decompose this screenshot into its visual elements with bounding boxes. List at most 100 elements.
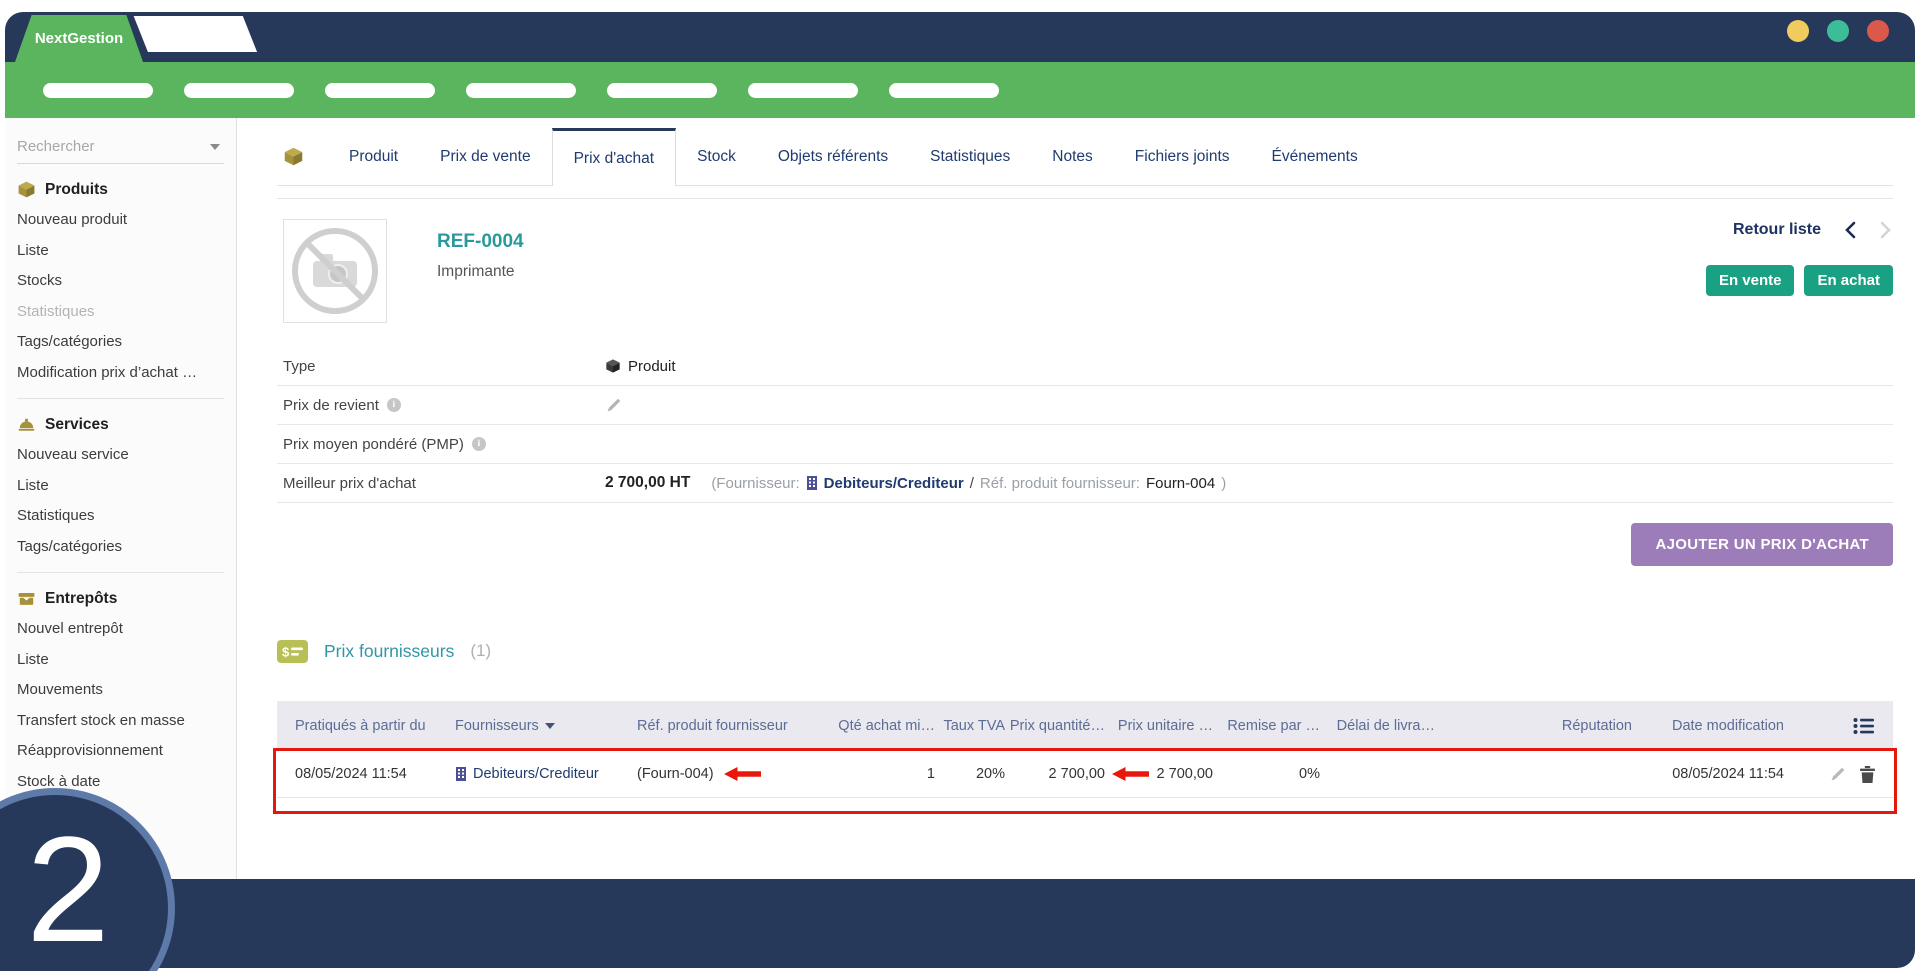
building-icon — [806, 476, 818, 490]
supplier-prices-table: Pratiqués à partir du Fournisseurs Réf. … — [277, 701, 1893, 798]
header-prix-unitaire[interactable]: Prix unitaire … — [1105, 718, 1213, 735]
sidebar-item-modification-prix-achat[interactable]: Modification prix d’achat … — [5, 358, 236, 389]
step-number: 2 — [26, 803, 109, 971]
divider — [17, 572, 224, 573]
minimize-dot[interactable] — [1787, 20, 1809, 42]
add-purchase-price-button[interactable]: AJOUTER UN PRIX D'ACHAT — [1631, 523, 1893, 566]
header-reputation[interactable]: Réputation — [1547, 718, 1632, 735]
sidebar-item-statistiques-produits: Statistiques — [5, 297, 236, 328]
sidebar-item-liste-produits[interactable]: Liste — [5, 236, 236, 267]
pencil-icon[interactable] — [605, 397, 622, 414]
detail-row-type: Type Produit — [277, 347, 1893, 386]
sidebar-section-entrepots: Entrepôts — [5, 589, 236, 608]
header-date-modification[interactable]: Date modification — [1632, 718, 1784, 735]
title-bar: NextGestion — [5, 12, 1915, 62]
product-image-placeholder — [283, 219, 387, 323]
nav-pill — [325, 83, 435, 98]
header-remise[interactable]: Remise par … — [1213, 718, 1320, 735]
product-details: Type Produit Prix de revient i — [277, 347, 1893, 503]
product-tabs: Produit Prix de vente Prix d'achat Stock… — [277, 128, 1893, 186]
header-qte-achat[interactable]: Qté achat mi… — [827, 718, 935, 735]
sidebar-item-mouvements[interactable]: Mouvements — [5, 675, 236, 706]
tab-prix-achat[interactable]: Prix d'achat — [552, 128, 677, 186]
back-to-list-link[interactable]: Retour liste — [1733, 221, 1821, 239]
sidebar-item-nouveau-service[interactable]: Nouveau service — [5, 440, 236, 471]
supplier-link[interactable]: Debiteurs/Crediteur — [473, 766, 599, 782]
cell-date-modified: 08/05/2024 11:54 — [1632, 766, 1784, 782]
sidebar-item-statistiques-services[interactable]: Statistiques — [5, 501, 236, 532]
cube-icon — [605, 358, 621, 374]
cell-vat: 20% — [935, 766, 1005, 782]
brand-tab[interactable]: NextGestion — [15, 15, 143, 62]
table-header-row: Pratiqués à partir du Fournisseurs Réf. … — [277, 701, 1893, 751]
cell-discount: 0% — [1213, 766, 1320, 782]
sidebar-item-tags-categories-produits[interactable]: Tags/catégories — [5, 327, 236, 358]
cell-supplier-ref: (Fourn-004) — [637, 766, 827, 782]
supplier-link[interactable]: Debiteurs/Crediteur — [824, 475, 964, 492]
cell-qty-min: 1 — [827, 766, 935, 782]
search-input[interactable] — [17, 132, 224, 163]
cloche-icon — [17, 415, 36, 434]
price-list-icon: $ — [277, 640, 308, 663]
cell-supplier: Debiteurs/Crediteur — [455, 766, 637, 782]
product-name: Imprimante — [437, 263, 515, 281]
tab-fichiers-joints[interactable]: Fichiers joints — [1114, 128, 1251, 185]
sidebar-item-liste-services[interactable]: Liste — [5, 471, 236, 502]
svg-text:$: $ — [282, 644, 290, 659]
header-prix-quantite[interactable]: Prix quantité… — [1005, 718, 1105, 735]
sidebar-item-stocks[interactable]: Stocks — [5, 266, 236, 297]
nav-pill — [184, 83, 294, 98]
main-content: Produit Prix de vente Prix d'achat Stock… — [237, 118, 1915, 879]
tab-prix-de-vente[interactable]: Prix de vente — [419, 128, 551, 185]
sidebar-search[interactable] — [17, 132, 224, 164]
chevron-right-icon[interactable] — [1879, 221, 1893, 239]
nav-pill — [889, 83, 999, 98]
sidebar-item-nouvel-entrepot[interactable]: Nouvel entrepôt — [5, 614, 236, 645]
chevron-left-icon[interactable] — [1843, 221, 1857, 239]
nav-pill — [607, 83, 717, 98]
cell-qty-price: 2 700,00 — [1005, 766, 1105, 782]
footer-band — [5, 879, 1915, 968]
red-arrow-left-icon — [1112, 766, 1149, 782]
chevron-down-icon[interactable] — [210, 144, 220, 150]
info-icon: i — [387, 398, 401, 412]
column-settings-icon[interactable] — [1853, 717, 1875, 735]
on-purchase-badge[interactable]: En achat — [1804, 265, 1893, 296]
sidebar: Produits Nouveau produit Liste Stocks St… — [5, 118, 237, 879]
window-controls — [1787, 20, 1889, 42]
tab-statistiques[interactable]: Statistiques — [909, 128, 1031, 185]
sidebar-section-services: Services — [5, 415, 236, 434]
tab-stock[interactable]: Stock — [676, 128, 757, 185]
tab-produit[interactable]: Produit — [328, 128, 419, 185]
tab-evenements[interactable]: Événements — [1251, 128, 1379, 185]
nav-pill — [466, 83, 576, 98]
actions-area: AJOUTER UN PRIX D'ACHAT — [277, 503, 1893, 603]
nextgestion-app-screenshot: NextGestion — [0, 0, 1920, 971]
nav-pill — [748, 83, 858, 98]
sidebar-item-nouveau-produit[interactable]: Nouveau produit — [5, 205, 236, 236]
type-value: Produit — [628, 358, 676, 375]
on-sale-badge[interactable]: En vente — [1706, 265, 1795, 296]
sidebar-item-reapprovisionnement[interactable]: Réapprovisionnement — [5, 736, 236, 767]
header-actions: Retour liste En vente En achat — [1706, 221, 1893, 296]
maximize-dot[interactable] — [1827, 20, 1849, 42]
table-row[interactable]: 08/05/2024 11:54 Debiteurs/Crediteur (Fo… — [277, 751, 1893, 798]
building-icon — [455, 767, 467, 781]
main-navbar — [5, 62, 1915, 118]
edit-pencil-icon[interactable] — [1829, 766, 1846, 783]
sidebar-item-transfert-stock[interactable]: Transfert stock en masse — [5, 706, 236, 737]
close-dot[interactable] — [1867, 20, 1889, 42]
sidebar-item-tags-categories-services[interactable]: Tags/catégories — [5, 532, 236, 563]
header-taux-tva[interactable]: Taux TVA — [935, 718, 1005, 735]
sort-caret-icon — [545, 723, 555, 729]
sidebar-item-liste-entrepots[interactable]: Liste — [5, 645, 236, 676]
box-icon — [17, 180, 36, 199]
cell-date-from: 08/05/2024 11:54 — [277, 766, 455, 782]
tab-objets-referents[interactable]: Objets référents — [757, 128, 909, 185]
header-pratiques[interactable]: Pratiqués à partir du — [277, 718, 455, 735]
header-fournisseurs[interactable]: Fournisseurs — [455, 718, 637, 735]
header-delai-livraison[interactable]: Délai de livra… — [1320, 718, 1435, 735]
trash-icon[interactable] — [1860, 766, 1875, 783]
tab-notes[interactable]: Notes — [1031, 128, 1114, 185]
header-ref-produit[interactable]: Réf. produit fournisseur — [637, 718, 827, 735]
